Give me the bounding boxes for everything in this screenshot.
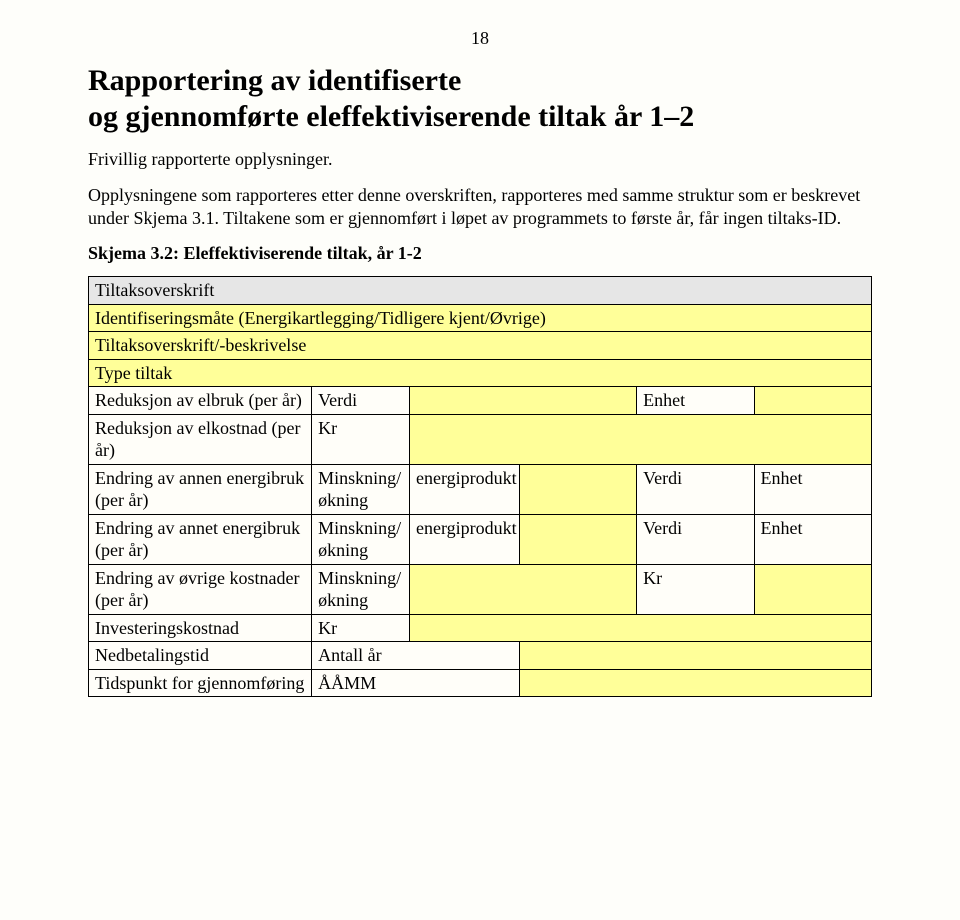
cell-endring-annen-label: Endring av annen energibruk (per år): [89, 464, 312, 514]
cell-endring-ovrige-kr: [754, 564, 871, 614]
cell-enhet-1: Enhet: [754, 464, 871, 514]
row-identifisering: Identifiseringsmåte (Energikartlegging/T…: [89, 304, 872, 332]
cell-reduksjon-elbruk-value: [410, 387, 637, 415]
cell-verdi-1: Verdi: [637, 464, 754, 514]
cell-kr-label: Kr: [312, 414, 410, 464]
row-nedbetaling: Nedbetalingstid Antall år: [89, 642, 872, 670]
skjema-title: Skjema 3.2: Eleffektiviserende tiltak, å…: [88, 243, 872, 264]
paragraph-1: Opplysningene som rapporteres etter denn…: [88, 184, 872, 229]
row-reduksjon-elkostnad: Reduksjon av elkostnad (per år) Kr: [89, 414, 872, 464]
cell-enhet-label: Enhet: [637, 387, 754, 415]
cell-reduksjon-elbruk-enhet: [754, 387, 871, 415]
cell-endring-ovrige-value: [410, 564, 637, 614]
cell-reduksjon-elkost-value: [410, 414, 872, 464]
cell-antall-ar: Antall år: [312, 642, 519, 670]
cell-tiltaksbeskrivelse: Tiltaksoverskrift/-beskrivelse: [89, 332, 872, 360]
cell-kr-3: Kr: [312, 614, 410, 642]
cell-nedbetaling-label: Nedbetalingstid: [89, 642, 312, 670]
row-reduksjon-elbruk: Reduksjon av elbruk (per år) Verdi Enhet: [89, 387, 872, 415]
cell-type-tiltak: Type tiltak: [89, 359, 872, 387]
cell-endring-annen-prod: [519, 464, 636, 514]
row-endring-annen: Endring av annen energibruk (per år) Min…: [89, 464, 872, 514]
cell-investering-value: [410, 614, 872, 642]
subtitle: Frivillig rapporterte opplysninger.: [88, 149, 872, 170]
cell-minskning-3: Minskning/ økning: [312, 564, 410, 614]
row-tidspunkt: Tidspunkt for gjennomføring ÅÅMM: [89, 669, 872, 697]
cell-minskning-1: Minskning/ økning: [312, 464, 410, 514]
cell-endring-annet-label: Endring av annet energibruk (per år): [89, 514, 312, 564]
cell-nedbetaling-value: [519, 642, 871, 670]
cell-reduksjon-elkost-label: Reduksjon av elkostnad (per år): [89, 414, 312, 464]
cell-verdi-label: Verdi: [312, 387, 410, 415]
cell-identifisering: Identifiseringsmåte (Energikartlegging/T…: [89, 304, 872, 332]
tiltak-table: Tiltaksoverskrift Identifiseringsmåte (E…: [88, 276, 872, 697]
cell-kr-2: Kr: [637, 564, 754, 614]
cell-energiprodukt-2: energiprodukt: [410, 514, 520, 564]
cell-endring-annet-prod: [519, 514, 636, 564]
cell-investering-label: Investeringskostnad: [89, 614, 312, 642]
cell-reduksjon-elbruk-label: Reduksjon av elbruk (per år): [89, 387, 312, 415]
page-number: 18: [88, 28, 872, 49]
cell-energiprodukt-1: energiprodukt: [410, 464, 520, 514]
cell-minskning-2: Minskning/ økning: [312, 514, 410, 564]
cell-tiltaksoverskrift: Tiltaksoverskrift: [89, 277, 872, 305]
row-investering: Investeringskostnad Kr: [89, 614, 872, 642]
heading-line-2: og gjennomførte eleffektiviserende tilta…: [88, 100, 694, 133]
row-tiltaksoverskrift: Tiltaksoverskrift: [89, 277, 872, 305]
cell-endring-ovrige-label: Endring av øvrige kostnader (per år): [89, 564, 312, 614]
heading-line-1: Rapportering av identifiserte: [88, 64, 461, 97]
row-endring-ovrige: Endring av øvrige kostnader (per år) Min…: [89, 564, 872, 614]
row-type-tiltak: Type tiltak: [89, 359, 872, 387]
cell-verdi-2: Verdi: [637, 514, 754, 564]
heading: Rapportering av identifiserte og gjennom…: [88, 63, 872, 135]
cell-tidspunkt-value: [519, 669, 871, 697]
row-endring-annet: Endring av annet energibruk (per år) Min…: [89, 514, 872, 564]
row-tiltaksbeskrivelse: Tiltaksoverskrift/-beskrivelse: [89, 332, 872, 360]
cell-enhet-2: Enhet: [754, 514, 871, 564]
cell-tidspunkt-label: Tidspunkt for gjennomføring: [89, 669, 312, 697]
cell-aamm: ÅÅMM: [312, 669, 519, 697]
